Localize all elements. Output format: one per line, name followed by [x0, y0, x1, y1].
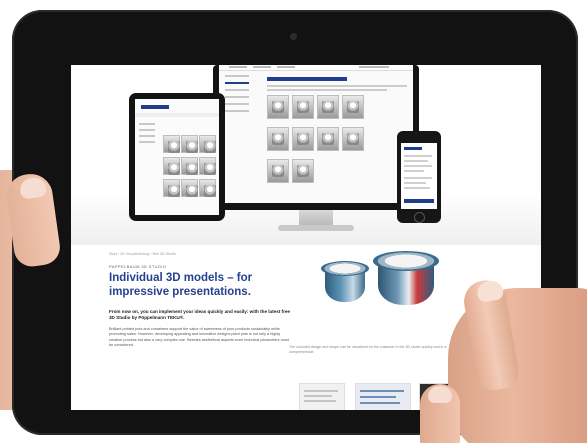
- breadcrumb[interactable]: Start › 3D Visualisierung › Bild 3D Stud…: [109, 252, 176, 256]
- gallery-thumbnail[interactable]: [299, 383, 345, 410]
- product-tub-image: [373, 251, 439, 309]
- phone-cta-button: [404, 199, 434, 203]
- monitor-screen: [219, 65, 413, 203]
- home-button: [414, 212, 425, 223]
- monitor-nav-bar: [219, 65, 413, 71]
- image-caption: The colourful design and shape can be vi…: [289, 345, 447, 354]
- monitor-base: [278, 225, 354, 231]
- desktop-monitor: [213, 65, 419, 210]
- monitor-page-title: [267, 77, 347, 81]
- logo: [141, 105, 169, 109]
- small-tablet-device: [129, 93, 225, 221]
- gallery-thumbnail[interactable]: [355, 383, 411, 410]
- intro-lead: From now on, you can implement your idea…: [109, 309, 290, 320]
- smartphone-device: [397, 131, 441, 223]
- camera-icon: [290, 33, 297, 40]
- monitor-sidebar: [225, 75, 249, 117]
- logo: [404, 147, 422, 150]
- monitor-stand: [299, 210, 333, 226]
- devices-hero-image: [71, 65, 541, 245]
- photo-scene: Start › 3D Visualisierung › Bild 3D Stud…: [0, 0, 587, 443]
- page-headline: Individual 3D models – for impressive pr…: [109, 272, 253, 298]
- product-tub-image: [321, 261, 369, 305]
- body-paragraph: Brilliant printed pots and containers su…: [109, 327, 289, 348]
- section-eyebrow: PAPPELBAUM 3D STUDIO: [109, 264, 167, 269]
